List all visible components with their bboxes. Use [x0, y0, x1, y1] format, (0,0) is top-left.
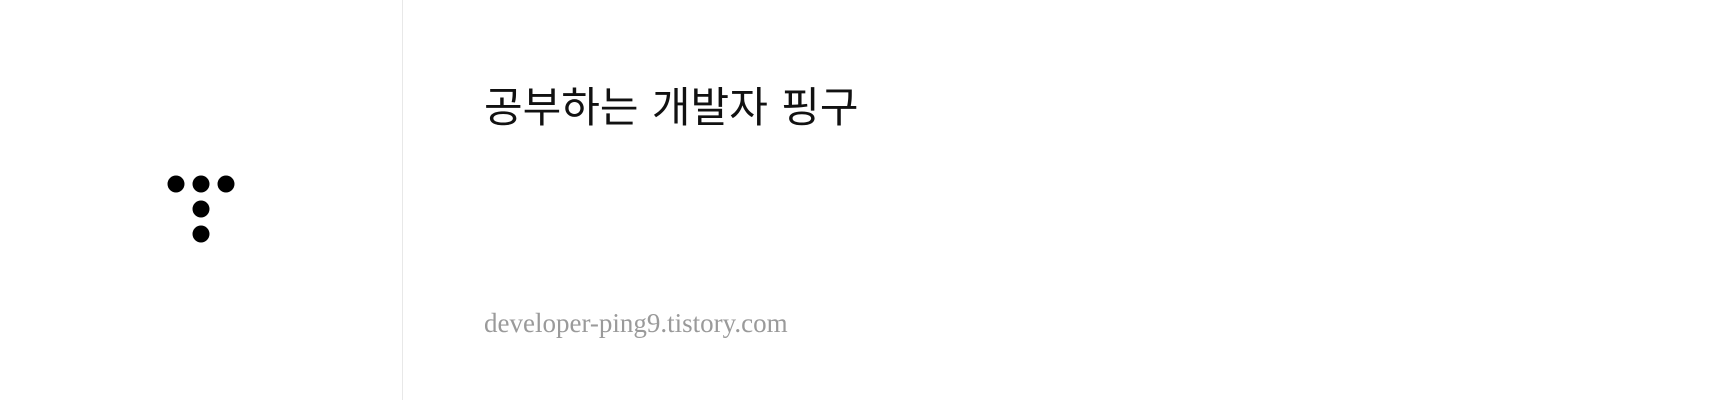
link-preview-card[interactable]: 공부하는 개발자 핑구 developer-ping9.tistory.com	[0, 0, 1716, 400]
preview-content: 공부하는 개발자 핑구 developer-ping9.tistory.com	[484, 0, 1664, 400]
logo-panel	[0, 0, 402, 400]
panel-divider	[402, 0, 403, 400]
tistory-logo-icon	[167, 175, 235, 243]
site-url[interactable]: developer-ping9.tistory.com	[484, 306, 788, 340]
page-title[interactable]: 공부하는 개발자 핑구	[484, 80, 858, 136]
